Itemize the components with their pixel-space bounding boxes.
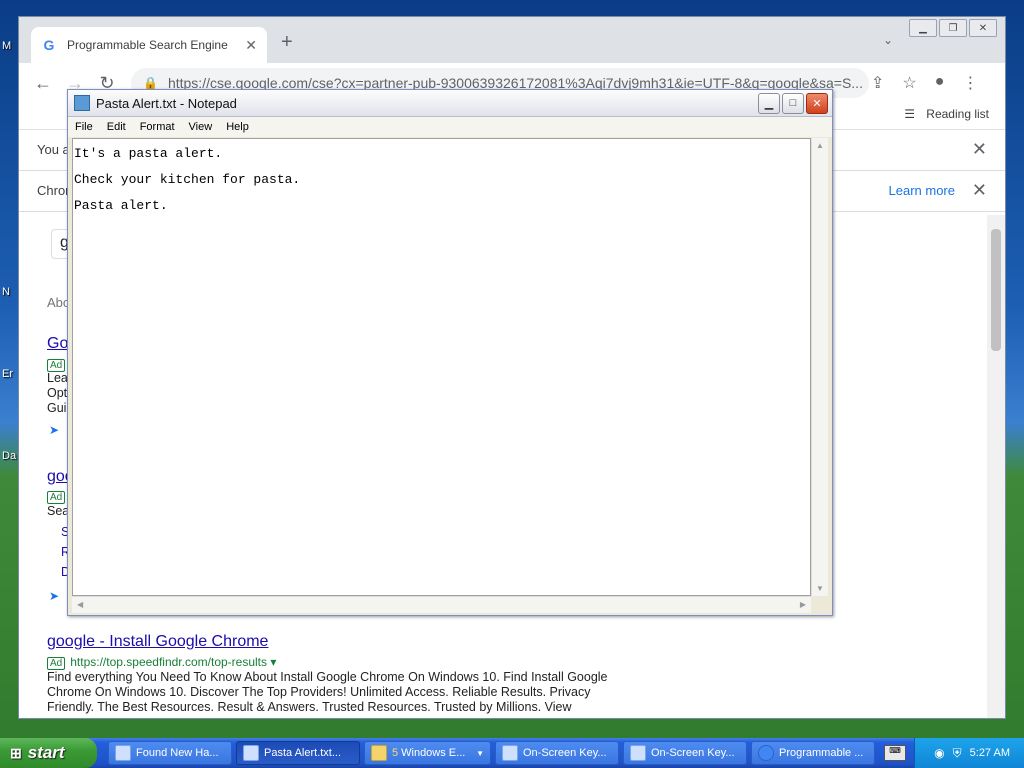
notepad-vertical-scrollbar[interactable]: ▲ ▼ [811, 138, 828, 596]
list-icon: ☰ [904, 107, 915, 121]
text-line-2: Check your kitchen for pasta. [74, 172, 301, 187]
desktop-label-3: Er [2, 368, 13, 380]
restore-icon[interactable]: ❐ [939, 19, 967, 37]
desktop-label-4: Da [2, 450, 17, 462]
google-icon: G [43, 37, 55, 53]
taskbar-button-notepad[interactable]: Pasta Alert.txt... [236, 741, 360, 765]
arrow-icon[interactable]: ➤ [49, 589, 59, 603]
star-icon[interactable]: ☆ [902, 73, 916, 93]
chrome-tab-bar: G Programmable Search Engine ✕ + ⌄ ▁ ❐ ✕ [19, 17, 1005, 63]
notepad-window-controls: ▁ □ ✕ [758, 92, 828, 114]
caret-down-icon[interactable]: ▼ [476, 749, 484, 758]
scroll-thumb[interactable] [991, 229, 1001, 351]
clock[interactable]: 5:27 AM [970, 747, 1010, 759]
keyboard-icon [630, 745, 646, 761]
notepad-window: Pasta Alert.txt - Notepad ▁ □ ✕ File Edi… [67, 89, 833, 616]
result-3-desc: Find everything You Need To Know About I… [47, 670, 608, 714]
system-tray: ◉ ⛨ 5:27 AM [914, 738, 1024, 768]
network-icon[interactable]: ◉ [934, 746, 944, 760]
window-icon [115, 745, 131, 761]
scroll-down-icon[interactable]: ▼ [816, 584, 824, 593]
menu-file[interactable]: File [68, 121, 100, 133]
taskbar: ⊞ start Found New Ha... Pasta Alert.txt.… [0, 738, 1024, 768]
start-button[interactable]: ⊞ start [0, 738, 97, 768]
folder-icon [371, 745, 387, 761]
close-icon[interactable]: ✕ [969, 19, 997, 37]
notepad-title: Pasta Alert.txt - Notepad [96, 95, 237, 111]
menu-edit[interactable]: Edit [100, 121, 133, 133]
notepad-horizontal-scrollbar[interactable]: ◀ ▶ [72, 596, 811, 613]
chevron-down-icon[interactable]: ⌄ [883, 33, 893, 47]
keyboard-icon [502, 745, 518, 761]
result-1-title[interactable]: Go [47, 335, 68, 353]
minimize-icon[interactable]: ▁ [758, 92, 780, 114]
menu-format[interactable]: Format [133, 121, 182, 133]
taskbar-button-found-new-hardware[interactable]: Found New Ha... [108, 741, 232, 765]
toolbar-right-icons: ⇪ ☆ ● ⋮ [871, 73, 978, 93]
menu-view[interactable]: View [182, 121, 220, 133]
taskbar-button-on-screen-keyboard-2[interactable]: On-Screen Key... [623, 741, 747, 765]
menu-icon[interactable]: ⋮ [962, 73, 978, 93]
lock-icon: 🔒 [143, 76, 158, 90]
reading-list-button[interactable]: ☰ Reading list [904, 107, 989, 121]
chrome-window-controls: ▁ ❐ ✕ [909, 19, 997, 37]
chrome-tab[interactable]: G Programmable Search Engine ✕ [31, 27, 267, 63]
result-3-title[interactable]: google - Install Google Chrome [47, 633, 268, 651]
chrome-icon [758, 745, 774, 761]
result-3-url[interactable]: https://top.speedfindr.com/top-results [70, 655, 267, 669]
new-tab-icon[interactable]: + [281, 31, 293, 54]
scroll-up-icon[interactable]: ▲ [816, 141, 824, 150]
scroll-right-icon[interactable]: ▶ [800, 600, 806, 609]
minimize-icon[interactable]: ▁ [909, 19, 937, 37]
close-icon[interactable]: ✕ [806, 92, 828, 114]
caret-down-icon[interactable]: ▾ [270, 655, 276, 669]
page-scrollbar[interactable] [987, 215, 1005, 718]
maximize-icon[interactable]: □ [782, 92, 804, 114]
desktop-label-1: M [2, 40, 12, 52]
keyboard-icon[interactable]: ⌨ [884, 745, 906, 761]
taskbar-button-on-screen-keyboard-1[interactable]: On-Screen Key... [495, 741, 619, 765]
notepad-icon [74, 95, 90, 111]
text-line-3: Pasta alert. [74, 198, 168, 213]
profile-icon[interactable]: ● [935, 73, 945, 93]
share-icon[interactable]: ⇪ [871, 73, 884, 93]
menu-help[interactable]: Help [219, 121, 256, 133]
result-3-ad-line: Ad https://top.speedfindr.com/top-results… [47, 655, 276, 670]
taskbar-button-windows-explorer[interactable]: 5 Windows E... ▼ [364, 741, 491, 765]
tab-title: Programmable Search Engine [67, 38, 228, 52]
scroll-left-icon[interactable]: ◀ [77, 600, 83, 609]
desktop-label-2: N [2, 286, 10, 298]
notepad-text-area[interactable]: It's a pasta alert. Check your kitchen fo… [72, 138, 811, 596]
notepad-icon [243, 745, 259, 761]
arrow-icon[interactable]: ➤ [49, 423, 59, 437]
windows-flag-icon: ⊞ [10, 744, 22, 761]
taskbar-button-chrome[interactable]: Programmable ... [751, 741, 875, 765]
infobar-1-text: You a [37, 142, 70, 157]
notepad-titlebar[interactable]: Pasta Alert.txt - Notepad ▁ □ ✕ [68, 90, 832, 117]
notepad-menubar: File Edit Format View Help [68, 117, 832, 137]
shield-icon[interactable]: ⛨ [953, 746, 962, 761]
close-tab-icon[interactable]: ✕ [245, 37, 257, 54]
back-icon[interactable]: ← [27, 73, 59, 94]
close-icon[interactable]: ✕ [972, 139, 987, 160]
text-line-1: It's a pasta alert. [74, 146, 223, 161]
learn-more-link[interactable]: Learn more [889, 183, 955, 198]
resize-grip[interactable] [811, 596, 827, 612]
close-icon[interactable]: ✕ [972, 180, 987, 201]
